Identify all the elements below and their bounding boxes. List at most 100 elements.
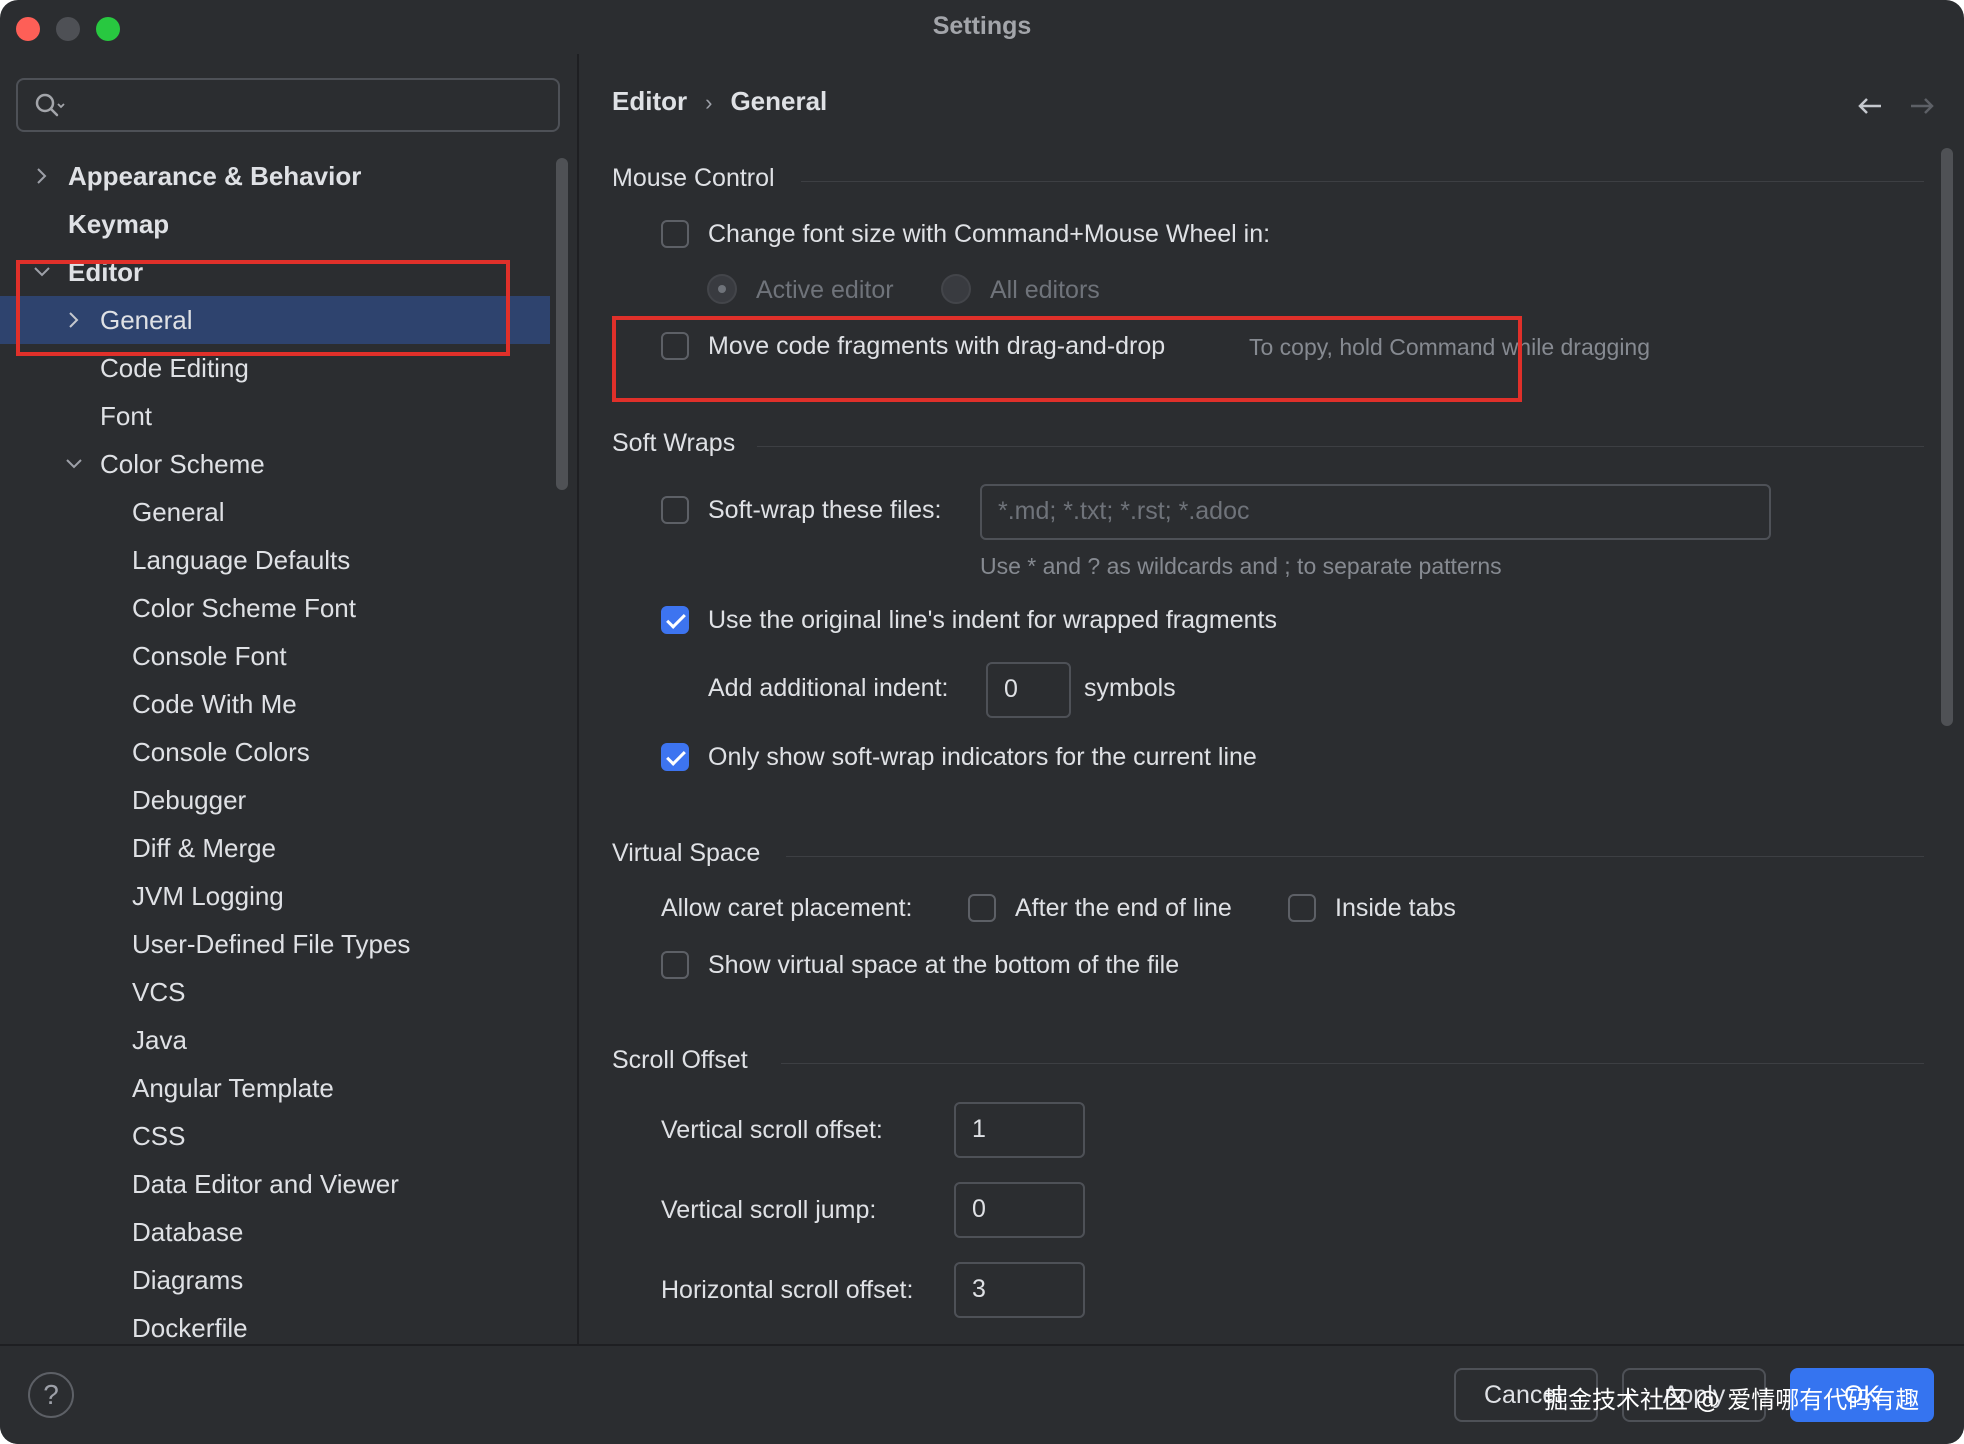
active-editor-label[interactable]: Active editor xyxy=(756,276,894,305)
horizontal-scroll-offset-label: Horizontal scroll offset: xyxy=(661,1276,914,1304)
sidebar-item-appearance-behavior[interactable]: Appearance & Behavior xyxy=(0,152,550,200)
inside-tabs-label[interactable]: Inside tabs xyxy=(1335,894,1456,923)
section-title-soft-wraps: Soft Wraps xyxy=(612,429,736,457)
search-box[interactable] xyxy=(16,78,560,132)
dialog-footer: ? Cancel Apply OK 掘金技术社区 @ 爱情哪有代码有趣 xyxy=(0,1344,1964,1444)
sidebar-item-code-with-me[interactable]: Code With Me xyxy=(0,680,550,728)
title-bar: Settings xyxy=(0,0,1964,54)
horizontal-scroll-offset-input[interactable]: 3 xyxy=(954,1262,1085,1318)
additional-indent-input[interactable]: 0 xyxy=(986,662,1071,718)
sidebar-item-user-defined-file-types[interactable]: User-Defined File Types xyxy=(0,920,550,968)
sidebar-item-database[interactable]: Database xyxy=(0,1208,550,1256)
breadcrumb-current: General xyxy=(730,86,828,116)
sidebar-item-label: CSS xyxy=(132,1121,186,1151)
sidebar-item-css[interactable]: CSS xyxy=(0,1112,550,1160)
sidebar-item-label: Font xyxy=(100,401,153,431)
sidebar-item-color-scheme-font[interactable]: Color Scheme Font xyxy=(0,584,550,632)
annotation-highlight-drag-drop xyxy=(612,316,1522,402)
section-divider xyxy=(801,181,1924,182)
window-title: Settings xyxy=(932,12,1032,40)
sidebar-item-label: User-Defined File Types xyxy=(132,929,411,959)
settings-content: Editor › General Mouse Control Change font… xyxy=(579,54,1964,1344)
sidebar-item-vcs[interactable]: VCS xyxy=(0,968,550,1016)
sidebar-item-console-colors[interactable]: Console Colors xyxy=(0,728,550,776)
indicators-current-line-label[interactable]: Only show soft-wrap indicators for the c… xyxy=(708,743,1257,772)
annotation-highlight-sidebar xyxy=(16,260,510,356)
sidebar-item-label: Color Scheme Font xyxy=(132,593,356,623)
sidebar-item-label: Appearance & Behavior xyxy=(68,161,362,191)
sidebar-item-color-scheme-general[interactable]: General xyxy=(0,488,550,536)
original-indent-checkbox[interactable] xyxy=(661,606,689,634)
section-divider xyxy=(757,446,1924,447)
sidebar-item-diff-merge[interactable]: Diff & Merge xyxy=(0,824,550,872)
help-button[interactable]: ? xyxy=(28,1372,74,1418)
active-editor-radio[interactable] xyxy=(707,274,737,304)
breadcrumb: Editor › General xyxy=(612,86,827,117)
content-scrollbar[interactable] xyxy=(1941,148,1953,726)
breadcrumb-parent[interactable]: Editor xyxy=(612,86,687,117)
sidebar-item-label: Angular Template xyxy=(132,1073,334,1103)
sidebar-item-java[interactable]: Java xyxy=(0,1016,550,1064)
sidebar-item-label: Debugger xyxy=(132,785,247,815)
breadcrumb-separator: › xyxy=(705,90,713,115)
sidebar-item-label: VCS xyxy=(132,977,186,1007)
sidebar-item-label: Data Editor and Viewer xyxy=(132,1169,399,1199)
change-font-size-checkbox[interactable] xyxy=(661,220,689,248)
watermark-text: 掘金技术社区 @ 爱情哪有代码有趣 xyxy=(1544,1386,1920,1414)
sidebar-item-label: Console Font xyxy=(132,641,287,671)
section-divider xyxy=(781,1063,1924,1064)
sidebar-item-angular-template[interactable]: Angular Template xyxy=(0,1064,550,1112)
section-title-virtual-space: Virtual Space xyxy=(612,839,761,867)
sidebar-item-keymap[interactable]: Keymap xyxy=(0,200,550,248)
after-end-of-line-label[interactable]: After the end of line xyxy=(1015,894,1232,923)
sidebar-item-label: Database xyxy=(132,1217,244,1247)
sidebar-item-label: Code With Me xyxy=(132,689,297,719)
sidebar-item-data-editor-viewer[interactable]: Data Editor and Viewer xyxy=(0,1160,550,1208)
all-editors-label[interactable]: All editors xyxy=(990,276,1100,305)
show-virtual-space-bottom-checkbox[interactable] xyxy=(661,951,689,979)
chevron-down-icon[interactable] xyxy=(64,440,84,488)
soft-wrap-files-checkbox[interactable] xyxy=(661,496,689,524)
inside-tabs-checkbox[interactable] xyxy=(1288,894,1316,922)
sidebar-item-label: Java xyxy=(132,1025,187,1055)
additional-indent-unit: symbols xyxy=(1084,674,1176,702)
wildcard-hint: Use * and ? as wildcards and ; to separa… xyxy=(980,553,1502,579)
vertical-scroll-offset-input[interactable]: 1 xyxy=(954,1102,1085,1158)
vertical-scroll-offset-label: Vertical scroll offset: xyxy=(661,1116,883,1144)
sidebar-item-label: Diff & Merge xyxy=(132,833,277,863)
arrow-left-icon[interactable] xyxy=(1855,94,1885,123)
original-indent-label[interactable]: Use the original line's indent for wrapp… xyxy=(708,606,1277,635)
chevron-right-icon[interactable] xyxy=(32,152,52,200)
sidebar-item-label: JVM Logging xyxy=(132,881,284,911)
section-divider xyxy=(786,856,1924,857)
section-title-mouse-control: Mouse Control xyxy=(612,164,775,192)
settings-sidebar: Appearance & Behavior Keymap Editor Gene… xyxy=(0,54,578,1344)
after-end-of-line-checkbox[interactable] xyxy=(968,894,996,922)
all-editors-radio[interactable] xyxy=(941,274,971,304)
sidebar-item-color-scheme[interactable]: Color Scheme xyxy=(0,440,550,488)
sidebar-item-label: Console Colors xyxy=(132,737,310,767)
indicators-current-line-checkbox[interactable] xyxy=(661,743,689,771)
soft-wrap-files-input[interactable]: *.md; *.txt; *.rst; *.adoc xyxy=(980,484,1771,540)
sidebar-item-label: General xyxy=(132,497,225,527)
soft-wrap-files-label[interactable]: Soft-wrap these files: xyxy=(708,496,941,525)
search-icon xyxy=(34,92,68,125)
arrow-right-icon[interactable] xyxy=(1907,94,1937,123)
section-title-scroll-offset: Scroll Offset xyxy=(612,1046,748,1074)
sidebar-item-diagrams[interactable]: Diagrams xyxy=(0,1256,550,1304)
sidebar-item-font[interactable]: Font xyxy=(0,392,550,440)
vertical-scroll-jump-input[interactable]: 0 xyxy=(954,1182,1085,1238)
change-font-size-label[interactable]: Change font size with Command+Mouse Whee… xyxy=(708,220,1270,249)
additional-indent-label: Add additional indent: xyxy=(708,674,949,702)
sidebar-item-language-defaults[interactable]: Language Defaults xyxy=(0,536,550,584)
show-virtual-space-bottom-label[interactable]: Show virtual space at the bottom of the … xyxy=(708,951,1179,980)
caret-placement-label: Allow caret placement: xyxy=(661,894,913,922)
sidebar-item-label: Keymap xyxy=(68,209,170,239)
sidebar-item-console-font[interactable]: Console Font xyxy=(0,632,550,680)
sidebar-item-debugger[interactable]: Debugger xyxy=(0,776,550,824)
sidebar-item-label: Color Scheme xyxy=(100,449,265,479)
sidebar-item-jvm-logging[interactable]: JVM Logging xyxy=(0,872,550,920)
sidebar-item-label: Language Defaults xyxy=(132,545,351,575)
search-input[interactable] xyxy=(82,88,546,124)
sidebar-scrollbar[interactable] xyxy=(556,158,568,490)
